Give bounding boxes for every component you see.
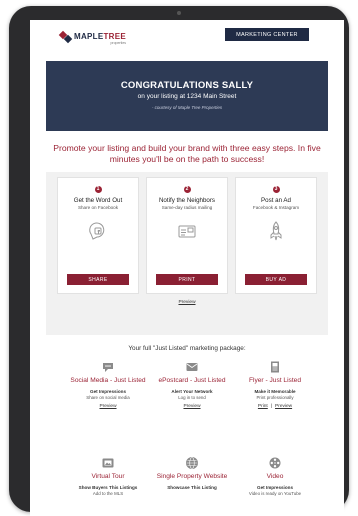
package-item-desc: Make it Memorable: [254, 389, 296, 394]
package-item-virtual-tour: Virtual Tour Show Buyers This Listings A…: [63, 456, 153, 496]
rocket-icon: [265, 220, 287, 242]
tour-icon: [101, 456, 115, 470]
step-title: Get the Word Out: [73, 197, 123, 204]
email-icon: [185, 360, 199, 374]
logo-text: MAPLETREE: [74, 32, 127, 41]
flyer-preview-link[interactable]: Preview: [275, 404, 292, 409]
postcard-preview-link[interactable]: Preview: [146, 300, 228, 305]
package-item-name[interactable]: Video: [230, 473, 320, 481]
package-item-subdesc: Video is ready on YouTube: [248, 491, 302, 496]
step-number: 1: [94, 186, 102, 193]
buy-ad-button[interactable]: BUY AD: [245, 274, 307, 285]
congratulations-banner: CONGRATULATIONS SALLY on your listing at…: [46, 61, 328, 131]
steps-panel: 1 Get the Word Out Share on Facebook SHA…: [46, 172, 328, 335]
chat-bubble-icon: [101, 360, 115, 374]
postcard-icon: [176, 220, 198, 242]
package-item-video: Video Get Impressions Video is ready on …: [230, 456, 320, 496]
step-title: Post an Ad: [261, 197, 291, 204]
step-card-share: 1 Get the Word Out Share on Facebook SHA…: [57, 177, 139, 294]
step-subtitle: Share on Facebook: [77, 205, 119, 210]
tablet-frame: MAPLETREE properties MARKETING CENTER CO…: [9, 6, 349, 516]
package-item-epostcard: ePostcard - Just Listed Alert Your Netwo…: [147, 360, 237, 409]
package-item-name[interactable]: Single Property Website: [147, 473, 237, 481]
banner-credit: - courtesy of Maple Tree Properties: [151, 105, 223, 110]
marketing-center-button[interactable]: MARKETING CENTER: [225, 28, 309, 41]
step-card-ad: 3 Post an Ad Facebook & Instagram BUY AD: [235, 177, 317, 294]
logo-subtext: properties: [110, 41, 127, 45]
step-number: 3: [272, 186, 280, 193]
banner-title: CONGRATULATIONS SALLY: [120, 80, 254, 91]
email-header: MAPLETREE properties MARKETING CENTER: [30, 20, 344, 60]
package-item-subdesc: Log in to send: [178, 395, 206, 400]
package-item-name[interactable]: Flyer - Just Listed: [230, 377, 320, 385]
package-item-desc: Showcase This Listing: [167, 485, 217, 490]
globe-icon: [185, 456, 199, 470]
step-number: 2: [183, 186, 191, 193]
email-screen: MAPLETREE properties MARKETING CENTER CO…: [30, 20, 344, 516]
package-item-name[interactable]: Social Media - Just Listed: [63, 377, 153, 385]
share-button[interactable]: SHARE: [67, 274, 129, 285]
camera-dot: [177, 11, 181, 15]
maple-leaf-icon: [58, 30, 73, 44]
film-reel-icon: [268, 456, 282, 470]
package-item-desc: Get Impressions: [90, 389, 126, 394]
package-item-subdesc: Add to the MLS: [92, 491, 124, 496]
link-separator: |: [270, 404, 273, 409]
step-title: Notify the Neighbors: [158, 197, 216, 204]
package-item-name[interactable]: Virtual Tour: [63, 473, 153, 481]
step-subtitle: Facebook & Instagram: [252, 205, 300, 210]
package-item-desc: Show Buyers This Listings: [78, 485, 138, 490]
package-item-website: Single Property Website Showcase This Li…: [147, 456, 237, 490]
flyer-print-link[interactable]: Print: [258, 404, 268, 409]
package-item-desc: Alert Your Network: [171, 389, 213, 394]
epostcard-preview-link[interactable]: Preview: [183, 404, 200, 409]
promo-text: Promote your listing and build your bran…: [53, 143, 321, 164]
social-preview-link[interactable]: Preview: [99, 404, 116, 409]
brand-logo: MAPLETREE properties: [58, 30, 127, 45]
package-item-flyer: Flyer - Just Listed Make it Memorable Pr…: [230, 360, 320, 409]
facebook-badge-icon: [87, 220, 109, 242]
package-item-subdesc: Share on social media: [86, 395, 130, 400]
package-item-social-media: Social Media - Just Listed Get Impressio…: [63, 360, 153, 409]
package-item-desc: Get Impressions: [257, 485, 293, 490]
print-button[interactable]: PRINT: [156, 274, 218, 285]
step-card-print: 2 Notify the Neighbors Same-day radius m…: [146, 177, 228, 294]
package-item-subdesc: Print professionally: [256, 395, 294, 400]
package-title: Your full "Just Listed" marketing packag…: [128, 345, 246, 352]
banner-subtitle: on your listing at 1234 Main Street: [137, 93, 237, 100]
flyer-icon: [268, 360, 282, 374]
step-subtitle: Same-day radius mailing: [161, 205, 213, 210]
package-item-name[interactable]: ePostcard - Just Listed: [147, 377, 237, 385]
